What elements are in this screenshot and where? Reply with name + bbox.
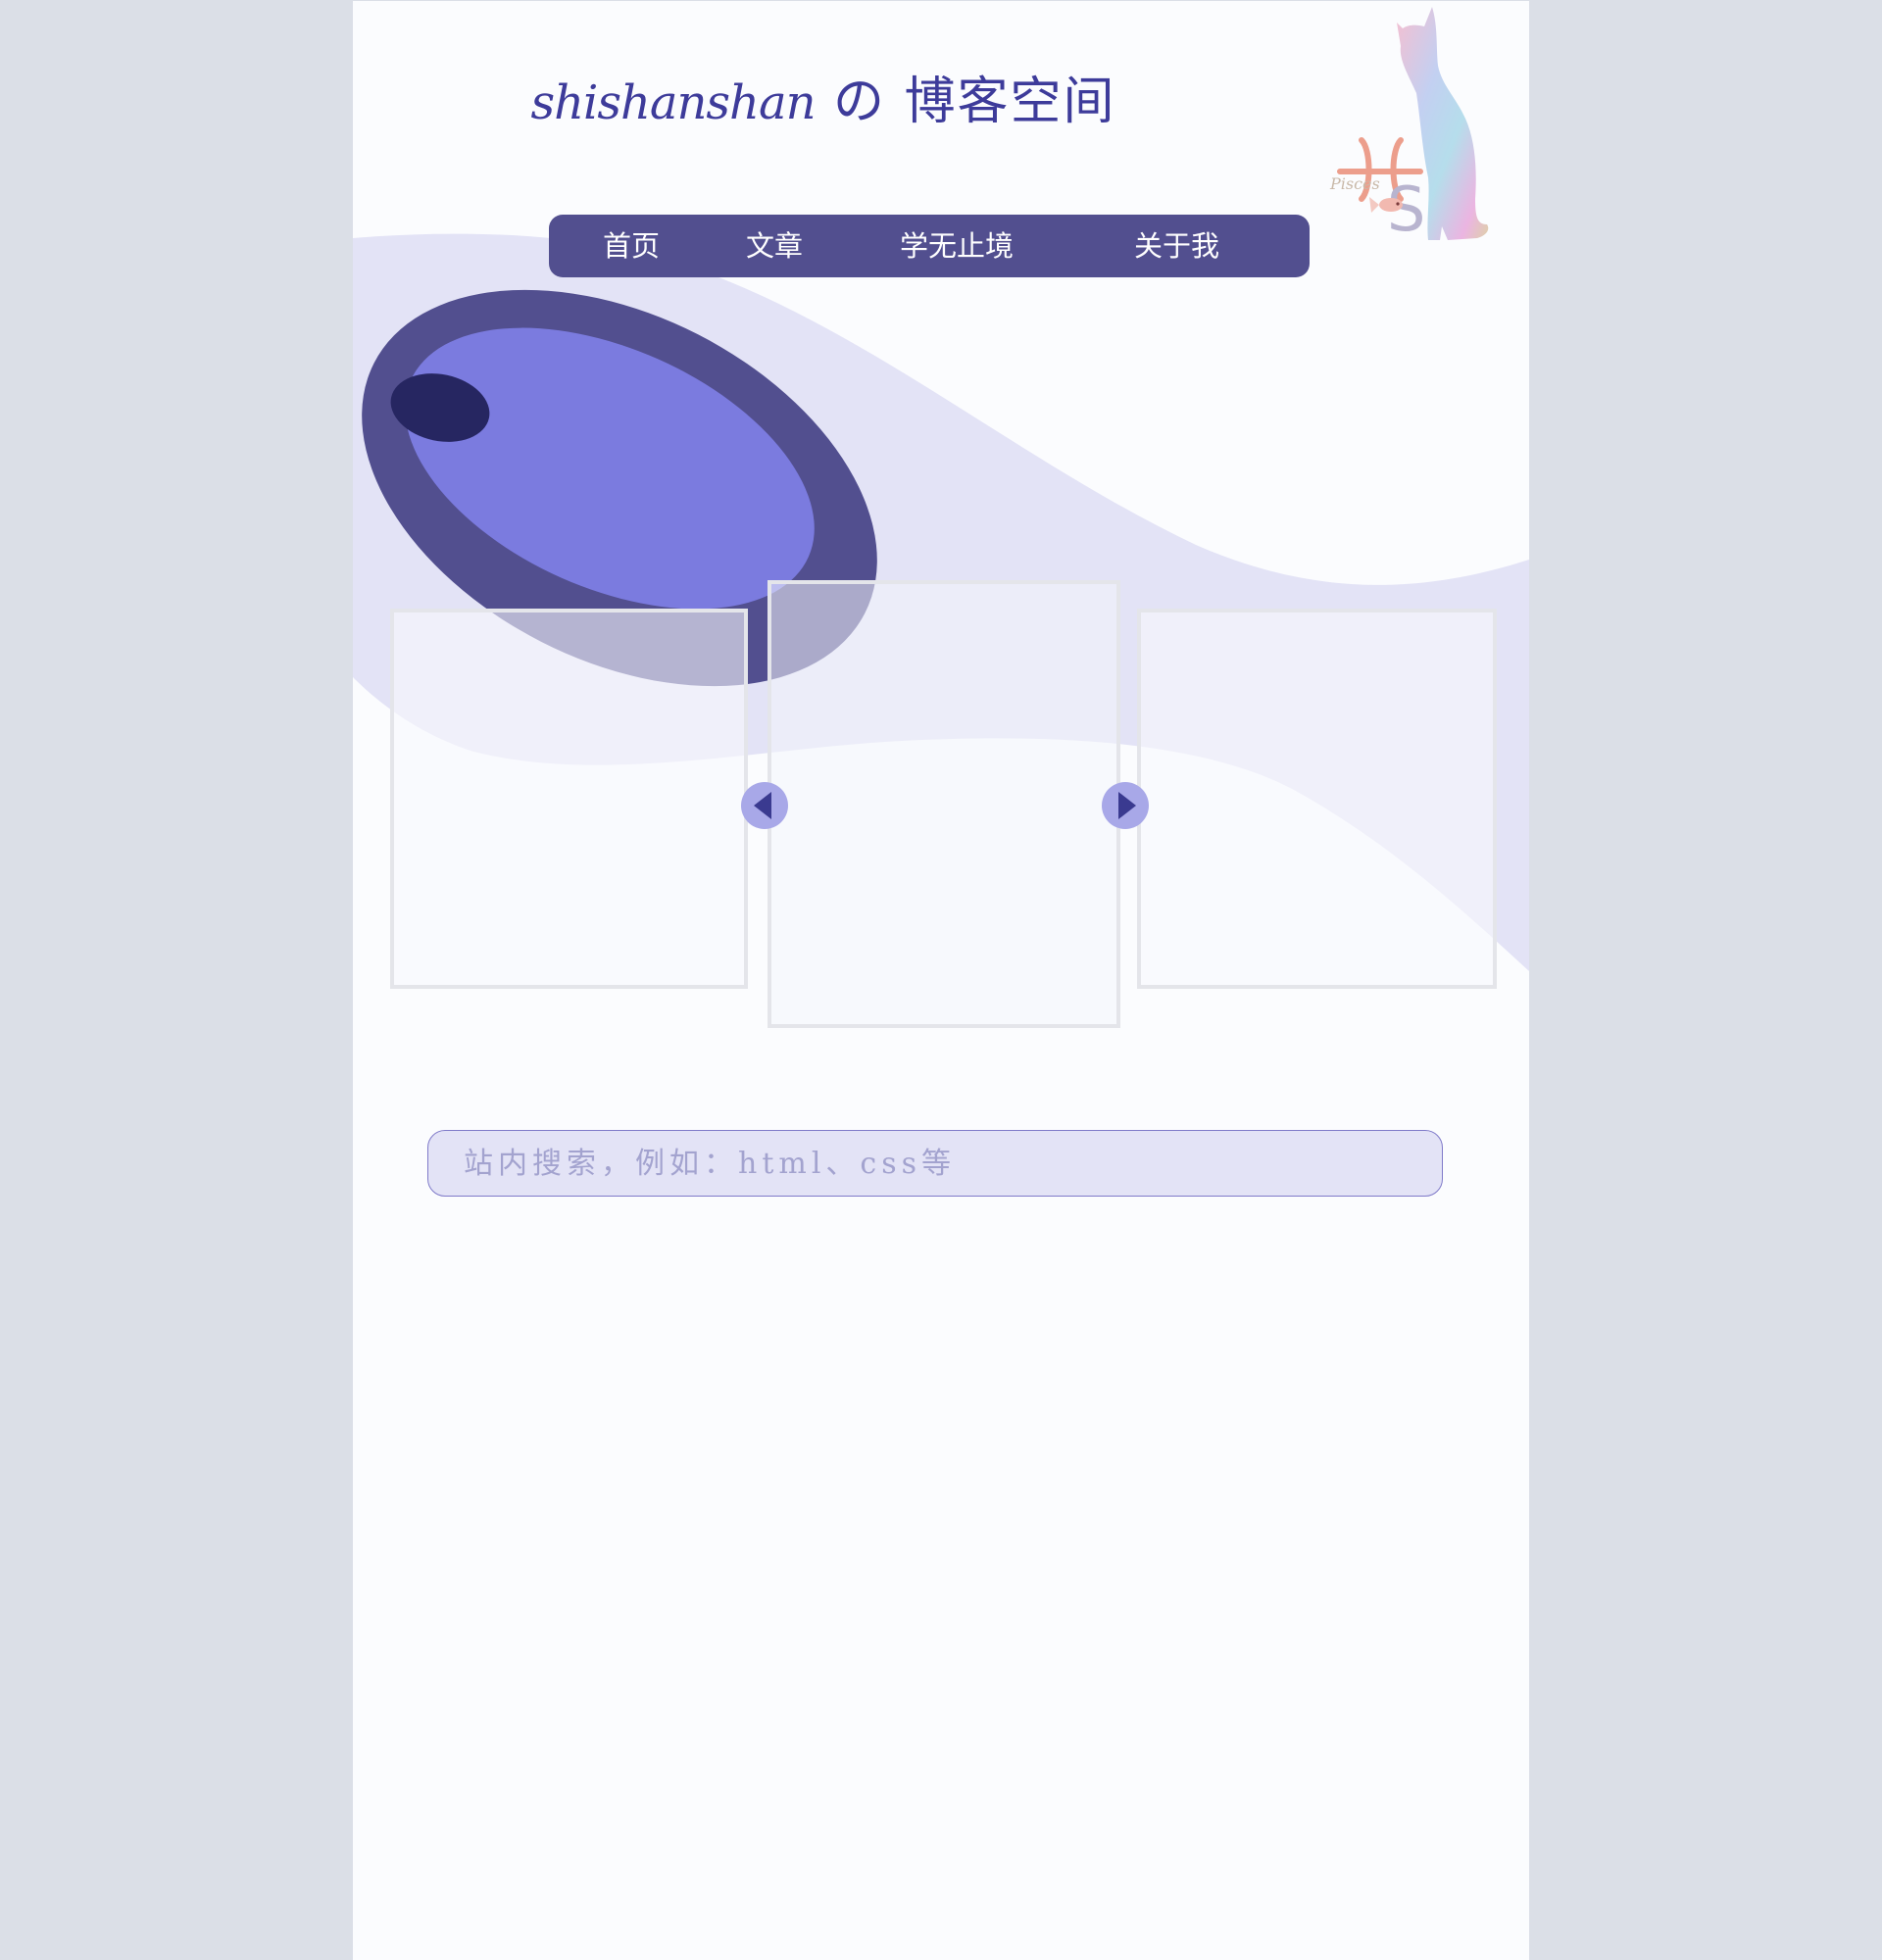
carousel-card-left[interactable] [390,609,748,989]
search-input[interactable] [427,1130,1443,1197]
page-container: shishanshan の 博客空间 首页 文章 学无止境 关于我 Pisces… [353,1,1529,1960]
nav-item-home[interactable]: 首页 [603,215,660,277]
site-title-cjk: の 博客空间 [833,73,1116,131]
carousel-card-center[interactable] [768,580,1120,1028]
carousel-next-button[interactable] [1101,781,1150,830]
nav-item-learning[interactable]: 学无止境 [900,215,1014,277]
site-title: shishanshan の 博客空间 [353,60,1294,133]
nav-bar: 首页 文章 学无止境 关于我 [549,215,1310,277]
carousel-prev-button[interactable] [740,781,789,830]
logo-text-pisces: Pisces [1329,174,1380,193]
nav-item-about[interactable]: 关于我 [1134,215,1219,277]
site-title-latin: shishanshan [530,75,816,130]
goldfish-icon [1369,197,1403,213]
nav-item-articles[interactable]: 文章 [746,215,803,277]
carousel-card-right[interactable] [1137,609,1497,989]
logo[interactable]: Pisces S [1318,3,1524,248]
